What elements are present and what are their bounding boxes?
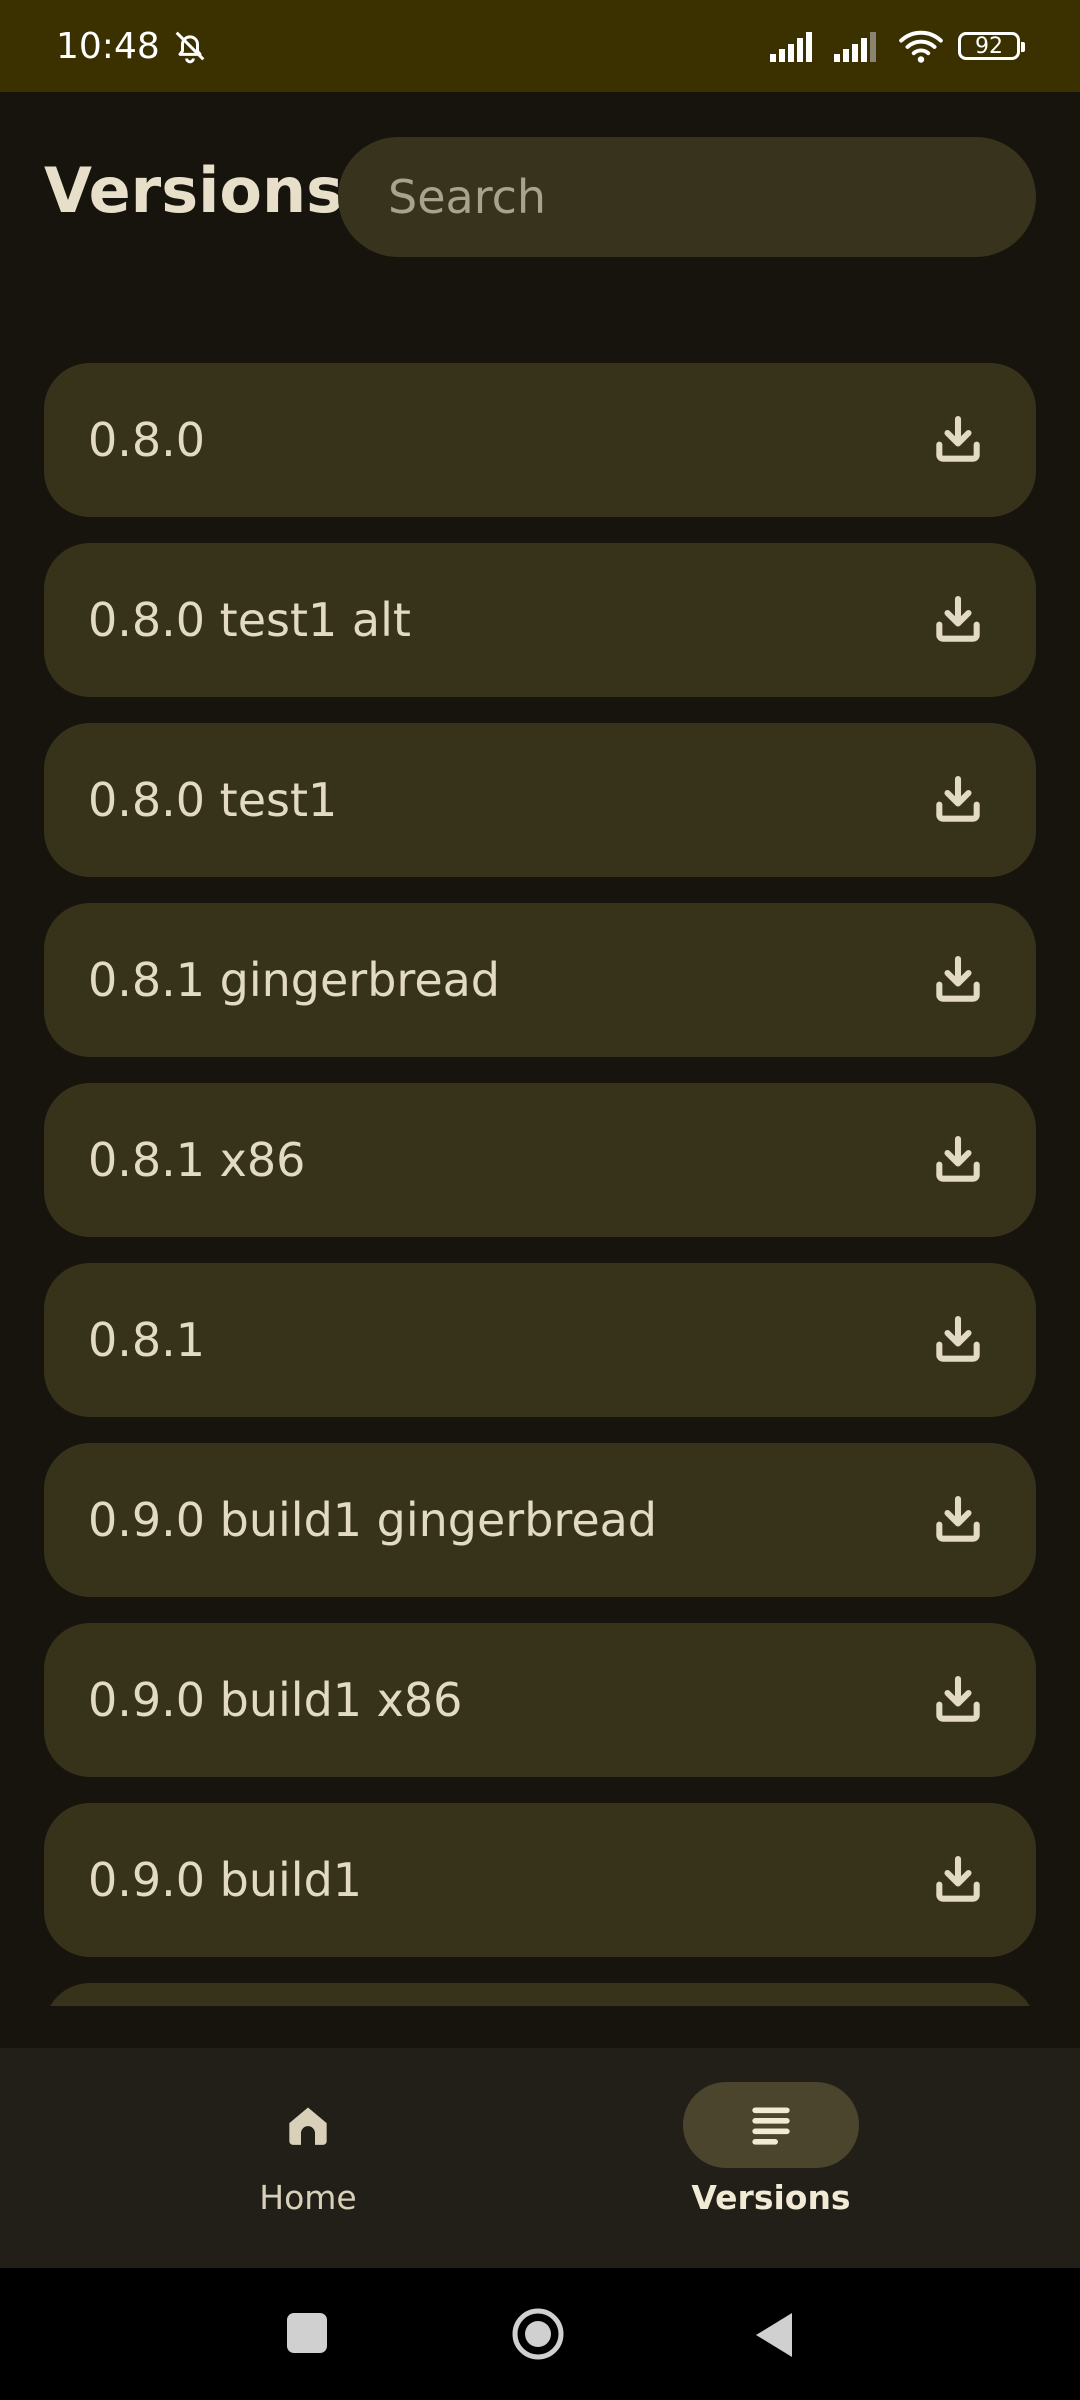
list-item[interactable]: 0.8.1 [44, 1263, 1036, 1417]
download-icon[interactable] [930, 592, 986, 648]
download-icon[interactable] [930, 1312, 986, 1368]
bottom-navigation: Home Versions [0, 2048, 1080, 2268]
version-label: 0.8.0 test1 alt [88, 593, 411, 647]
signal-icon [834, 32, 876, 62]
status-right: 92 [770, 28, 1025, 64]
version-label: 0.9.0 build1 x86 [88, 1673, 463, 1727]
download-icon[interactable] [930, 1672, 986, 1728]
nav-versions-label: Versions [691, 2178, 851, 2217]
version-label: 0.8.0 [88, 413, 206, 467]
search-placeholder: Search [388, 170, 547, 224]
version-list[interactable]: 0.8.0 0.8.0 test1 alt 0.8.0 test1 0.8.1 … [44, 363, 1036, 2006]
download-icon[interactable] [930, 412, 986, 468]
download-icon[interactable] [930, 1132, 986, 1188]
nav-home-pill[interactable] [220, 2082, 396, 2168]
list-item[interactable]: 0.9.0 build1 x86 [44, 1623, 1036, 1777]
bell-off-icon [175, 31, 205, 64]
status-left: 10:48 [56, 26, 210, 67]
version-label: 0.9.0 build1 gingerbread [88, 1493, 658, 1547]
version-label: 0.8.1 gingerbread [88, 953, 501, 1007]
status-time: 10:48 [56, 25, 160, 67]
version-label: 0.8.1 x86 [88, 1133, 306, 1187]
nav-home-label: Home [259, 2178, 357, 2217]
back-button[interactable] [750, 2310, 796, 2360]
search-input[interactable]: Search [338, 137, 1036, 257]
download-icon[interactable] [930, 772, 986, 828]
nav-home[interactable]: Home [198, 2082, 418, 2217]
list-item[interactable]: 0.8.0 test1 [44, 723, 1036, 877]
list-item[interactable]: 0.8.1 gingerbread [44, 903, 1036, 1057]
wifi-icon [899, 30, 943, 63]
home-icon [289, 2107, 327, 2145]
list-item[interactable] [44, 1983, 1036, 2006]
list-icon [752, 2107, 790, 2145]
version-label: 0.9.0 build1 [88, 1853, 363, 1907]
download-icon[interactable] [930, 1852, 986, 1908]
page-title: Versions [44, 154, 344, 227]
battery-icon: 92 [958, 32, 1025, 60]
version-label: 0.8.0 test1 [88, 773, 338, 827]
download-icon[interactable] [930, 1492, 986, 1548]
download-icon[interactable] [930, 952, 986, 1008]
list-item[interactable]: 0.8.0 test1 alt [44, 543, 1036, 697]
nav-versions-pill[interactable] [683, 2082, 859, 2168]
header: Versions Search [0, 92, 1080, 332]
home-system-button[interactable] [510, 2306, 566, 2362]
list-item[interactable]: 0.8.1 x86 [44, 1083, 1036, 1237]
signal-icon [770, 32, 812, 62]
system-navigation-bar [0, 2268, 1080, 2400]
recents-button[interactable] [284, 2310, 330, 2356]
list-item[interactable]: 0.9.0 build1 gingerbread [44, 1443, 1036, 1597]
list-item[interactable]: 0.8.0 [44, 363, 1036, 517]
status-bar: 10:48 92 [0, 0, 1080, 92]
list-item[interactable]: 0.9.0 build1 [44, 1803, 1036, 1957]
version-label: 0.8.1 [88, 1313, 206, 1367]
nav-versions[interactable]: Versions [661, 2082, 881, 2217]
